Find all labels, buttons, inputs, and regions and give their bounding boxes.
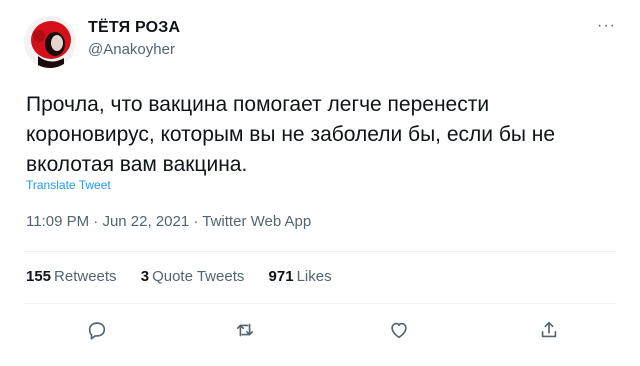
translate-tweet-link[interactable]: Translate Tweet: [26, 178, 111, 192]
likes-stat[interactable]: 971 Likes: [269, 268, 332, 285]
tweet-card: ТЁТЯ РОЗА @Anakoyher ··· Прочла, что вак…: [0, 0, 640, 366]
retweet-icon: [236, 323, 254, 337]
avatar-red-portrait-icon: [24, 16, 76, 68]
divider: [24, 251, 616, 252]
tweet-text: Прочла, что вакцина помогает легче перен…: [26, 93, 556, 176]
retweet-button[interactable]: [232, 317, 258, 343]
divider: [24, 303, 616, 304]
tweet-stats: 155 Retweets 3 Quote Tweets 971 Likes: [26, 268, 352, 285]
quote-tweets-count: 3: [140, 268, 150, 285]
meta-separator: ·: [93, 213, 99, 230]
retweets-stat[interactable]: 155 Retweets: [26, 268, 117, 285]
action-bar: [0, 317, 640, 347]
avatar[interactable]: [24, 16, 76, 68]
share-button[interactable]: [536, 317, 562, 343]
retweets-count: 155: [26, 268, 52, 285]
reply-icon: [88, 322, 106, 340]
like-button[interactable]: [386, 317, 412, 343]
quote-tweets-label: Quote Tweets: [152, 268, 245, 285]
tweet-date[interactable]: Jun 22, 2021: [102, 213, 189, 230]
retweets-label: Retweets: [54, 268, 117, 285]
tweet-source[interactable]: Twitter Web App: [202, 213, 311, 230]
author-display-name[interactable]: ТЁТЯ РОЗА: [88, 18, 180, 38]
share-icon: [541, 321, 557, 338]
quote-tweets-stat[interactable]: 3 Quote Tweets: [141, 268, 245, 285]
likes-count: 971: [268, 268, 294, 285]
likes-label: Likes: [296, 268, 332, 285]
reply-button[interactable]: [84, 317, 110, 343]
author-block: ТЁТЯ РОЗА @Anakoyher: [88, 18, 180, 60]
tweet-time[interactable]: 11:09 PM: [26, 213, 89, 230]
more-options-icon[interactable]: ···: [597, 18, 616, 34]
meta-separator: ·: [193, 213, 199, 230]
author-handle[interactable]: @Anakoyher: [88, 40, 180, 60]
like-icon: [391, 322, 407, 339]
tweet-meta: 11:09 PM · Jun 22, 2021 · Twitter Web Ap…: [26, 213, 311, 230]
